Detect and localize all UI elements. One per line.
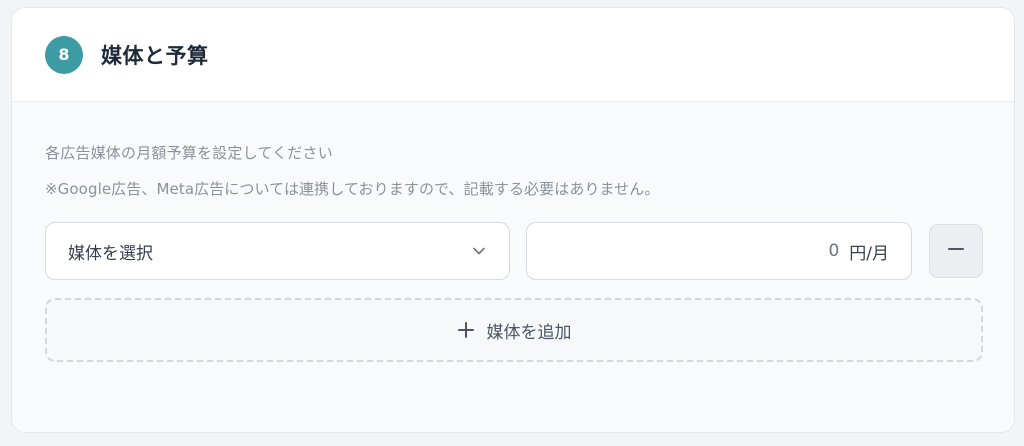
section-header: 8 媒体と予算	[12, 8, 1014, 102]
media-row: 媒体を選択 0 円/月	[45, 222, 983, 280]
step-number-badge: 8	[45, 35, 83, 74]
media-select-label: 媒体を選択	[68, 243, 153, 264]
budget-input[interactable]: 0 円/月	[526, 222, 912, 280]
description-text: 各広告媒体の月額予算を設定してください	[45, 144, 333, 162]
add-media-label: 媒体を追加	[486, 322, 572, 343]
media-select[interactable]: 媒体を選択	[45, 222, 510, 280]
media-budget-card: 8 媒体と予算 各広告媒体の月額予算を設定してください ※Google広告、Me…	[11, 7, 1015, 433]
minus-icon	[947, 240, 965, 262]
note-text: ※Google広告、Meta広告については連携しておりますので、記載する必要はあ…	[45, 180, 660, 198]
budget-unit-label: 円/月	[849, 243, 889, 264]
remove-media-button[interactable]	[929, 224, 983, 278]
add-media-button[interactable]: 媒体を追加	[45, 298, 983, 362]
chevron-down-icon	[471, 243, 487, 259]
section-title: 媒体と予算	[101, 43, 209, 68]
plus-icon	[457, 321, 475, 339]
budget-value: 0	[828, 241, 840, 261]
